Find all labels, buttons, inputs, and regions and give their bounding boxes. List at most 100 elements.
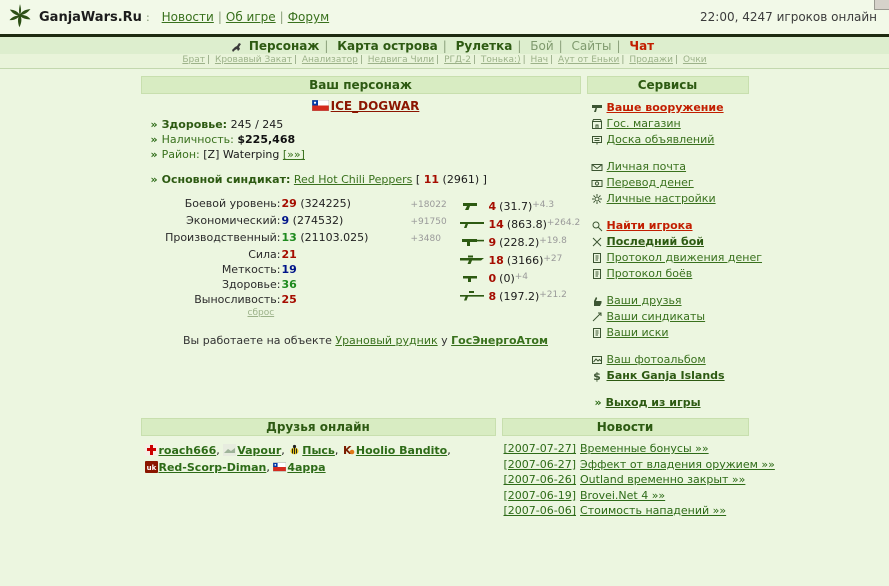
weapon-skill-row: 0 (0) +4 — [459, 269, 581, 287]
service-find-player[interactable]: Найти игрока — [591, 218, 749, 234]
news-title: Outland временно закрыт »» — [580, 473, 746, 486]
service-link[interactable]: Ваши иски — [607, 325, 669, 341]
service-link[interactable]: Протокол движения денег — [607, 250, 763, 266]
weapon-extra: (197.2) — [499, 289, 540, 303]
stat-strength: Сила: 21 — [151, 247, 451, 262]
news-link[interactable]: [2007-06-27] Эффект от владения оружием »… — [504, 457, 775, 473]
stat-label: Боевой уровень: — [184, 197, 281, 210]
stats-reset-link[interactable]: сброс — [248, 308, 275, 318]
uk-badge-icon — [145, 461, 158, 473]
subnav-brat[interactable]: Брат — [182, 55, 205, 65]
service-link[interactable]: Личная почта — [607, 159, 687, 175]
service-state-shop[interactable]: Гос. магазин — [591, 116, 749, 132]
service-link[interactable]: Протокол боёв — [607, 266, 693, 282]
subnav-krovavy-zakat[interactable]: Кровавый Закат — [215, 55, 292, 65]
service-link[interactable]: Ваши синдикаты — [607, 309, 706, 325]
friend-link[interactable]: Hoolio Bandito — [356, 444, 447, 457]
scrollbar-corner[interactable] — [874, 0, 889, 10]
service-link[interactable]: Банк Ganja Islands — [607, 368, 725, 384]
nav-roulette[interactable]: Рулетка — [456, 39, 513, 53]
friend-link[interactable]: 4appa — [287, 461, 325, 474]
service-link[interactable]: Личные настройки — [607, 191, 716, 207]
shotgun-icon — [459, 219, 485, 229]
cash-line: » Наличность: $225,468 — [151, 132, 581, 147]
weapon-extra: (0) — [499, 271, 515, 285]
news-link[interactable]: [2007-06-19] Brovei.Net 4 »» — [504, 488, 749, 504]
district-line: » Район: [Z] Waterping [»»] — [151, 147, 581, 162]
stat-health: Здоровье: 36 — [151, 277, 451, 292]
weapon-value: 0 — [488, 271, 497, 285]
district-label: Район: — [161, 148, 200, 161]
news-date: [2007-06-19] — [503, 488, 577, 502]
work-employer-link[interactable]: ГосЭнергоАтом — [451, 334, 548, 347]
friend-link[interactable]: Red-Scorp-Diman — [159, 461, 267, 474]
service-link[interactable]: Найти игрока — [607, 218, 693, 234]
news-link[interactable]: [2007-06-06] Стоимость нападений »» — [504, 503, 749, 519]
news-link[interactable]: [2007-07-27] Временные бонусы »» — [504, 441, 749, 457]
weapon-delta: +4.3 — [532, 200, 555, 210]
subnav-nach[interactable]: Нач — [531, 55, 549, 65]
nav-fight[interactable]: Бой — [530, 39, 553, 53]
topbar-link-news[interactable]: Новости — [162, 10, 214, 24]
service-your-claims[interactable]: Ваши иски — [591, 325, 749, 341]
service-your-friends[interactable]: Ваши друзья — [591, 293, 749, 309]
syndicate-link[interactable]: Red Hot Chili Peppers — [294, 173, 413, 186]
character-name-link[interactable]: ICE_DOGWAR — [331, 99, 420, 113]
subnav-analizator[interactable]: Анализатор — [302, 55, 358, 65]
syndicate-line: » Основной синдикат: Red Hot Chili Pepper… — [151, 172, 581, 187]
service-your-syndicates[interactable]: Ваши синдикаты — [591, 309, 749, 325]
bank-dollar-icon — [591, 370, 603, 382]
separator: | — [675, 55, 679, 65]
service-personal-mail[interactable]: Личная почта — [591, 159, 749, 175]
nav-island-map[interactable]: Карта острова — [337, 39, 438, 53]
stat-value: 9 — [281, 214, 290, 227]
service-bank[interactable]: Банк Ganja Islands — [591, 368, 749, 384]
service-last-fight[interactable]: Последний бой — [591, 234, 749, 250]
subnav-ochki[interactable]: Очки — [683, 55, 707, 65]
work-object-link[interactable]: Урановый рудник — [335, 334, 437, 347]
subnav-prodazhi[interactable]: Продажи — [629, 55, 673, 65]
topbar: GanjaWars.Ru : Новости | Об игре | Форум… — [0, 0, 889, 34]
main-nav: Персонаж | Карта острова | Рулетка | Бой | С… — [0, 37, 889, 54]
nav-chat[interactable]: Чат — [629, 39, 654, 53]
character-panel-header: Ваш персонаж — [140, 76, 581, 94]
exit-game-link[interactable]: Выход из игры — [606, 396, 701, 409]
separator: | — [217, 10, 222, 24]
news-link[interactable]: [2007-06-26] Outland временно закрыт »» — [504, 472, 749, 488]
nav-sites[interactable]: Сайты — [572, 39, 612, 53]
stat-extra: (324225) — [300, 197, 351, 210]
service-photo-album[interactable]: Ваш фотоальбом — [591, 352, 749, 368]
subnav-nedviga-chili[interactable]: Недвига Чили — [368, 55, 434, 65]
friend-link[interactable]: Vapour — [237, 444, 281, 457]
service-money-log[interactable]: Протокол движения денег — [591, 250, 762, 266]
subnav-rgd2[interactable]: РГД-2 — [444, 55, 471, 65]
service-link[interactable]: Ваше вооружение — [607, 100, 724, 116]
topbar-link-forum[interactable]: Форум — [288, 10, 329, 24]
topbar-link-about[interactable]: Об игре — [226, 10, 276, 24]
service-link[interactable]: Доска объявлений — [607, 132, 715, 148]
service-money-transfer[interactable]: Перевод денег — [591, 175, 749, 191]
stat-combat-level: Боевой уровень: 29 (324225) +18022 — [151, 196, 451, 213]
weapon-skill-row: 4 (31.7) +4.3 — [459, 197, 581, 215]
subnav-tonka[interactable]: Тонька:) — [481, 55, 521, 65]
weapon-delta: +4 — [514, 272, 529, 282]
service-your-weapons[interactable]: Ваше вооружение — [591, 100, 749, 116]
service-personal-settings[interactable]: Личные настройки — [591, 191, 749, 207]
sniper-icon — [459, 291, 485, 301]
district-move-link[interactable]: [»»] — [283, 148, 305, 161]
friend-link[interactable]: roach666 — [159, 444, 217, 457]
service-notice-board[interactable]: Доска объявлений — [591, 132, 749, 148]
service-link[interactable]: Перевод денег — [607, 175, 694, 191]
separator: | — [472, 55, 477, 65]
separator: | — [324, 39, 329, 53]
service-link[interactable]: Последний бой — [607, 234, 704, 250]
nav-character[interactable]: Персонаж — [249, 39, 319, 53]
service-link[interactable]: Гос. магазин — [607, 116, 681, 132]
service-link[interactable]: Ваш фотоальбом — [607, 352, 706, 368]
friend-link[interactable]: Пысь — [302, 444, 335, 457]
news-date: [2007-06-26] — [503, 473, 577, 486]
service-battle-log[interactable]: Протокол боёв — [591, 266, 749, 282]
subnav-aut-ot-enki[interactable]: Аут от Еньки — [558, 55, 619, 65]
smg-icon — [459, 237, 485, 247]
service-link[interactable]: Ваши друзья — [607, 293, 682, 309]
